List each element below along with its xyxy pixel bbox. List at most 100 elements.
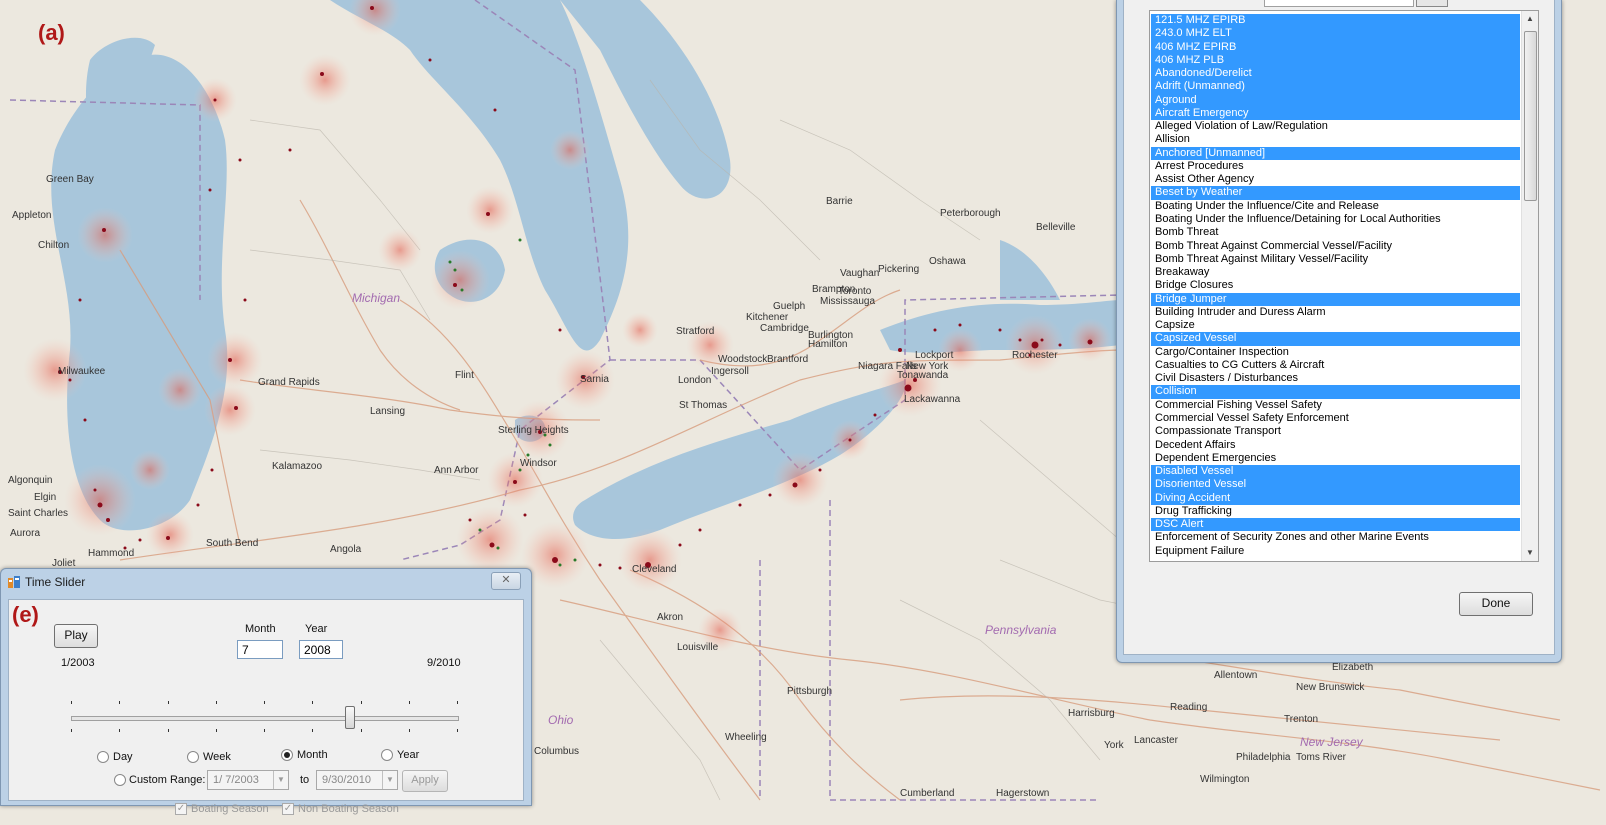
range-end-label: 9/2010 [427,657,461,669]
incident-type-item[interactable]: Breakaway [1151,266,1520,279]
incident-type-item[interactable]: Bridge Jumper [1151,292,1520,306]
incident-type-item[interactable]: 406 MHZ EPIRB [1151,40,1520,54]
incident-type-item[interactable]: Diving Accident [1151,491,1520,505]
time-slider-track[interactable] [71,716,459,721]
play-button[interactable]: Play [54,624,98,648]
incident-type-item[interactable]: Alleged Violation of Law/Regulation [1151,120,1520,133]
incident-type-item[interactable]: Bomb Threat Against Military Vessel/Faci… [1151,253,1520,266]
incident-type-item[interactable]: Disabled Vessel [1151,465,1520,479]
radio-month[interactable] [281,749,293,761]
non-boating-season-checkbox[interactable]: ✓ [282,803,294,815]
incident-type-item[interactable]: Beset by Weather [1151,186,1520,200]
boating-season-checkbox[interactable]: ✓ [175,803,187,815]
incident-type-item[interactable]: Disoriented Vessel [1151,478,1520,492]
city-label: Hammond [88,548,134,559]
incident-type-item[interactable]: Adrift (Unmanned) [1151,80,1520,94]
incident-type-item[interactable]: Building Intruder and Duress Alarm [1151,306,1520,319]
month-field[interactable]: 7 [237,640,283,659]
slider-tick [457,729,458,732]
incident-type-item[interactable]: Decedent Affairs [1151,439,1520,452]
slider-tick [312,701,314,704]
city-label: Wheeling [725,732,767,743]
custom-to-date[interactable]: 9/30/2010 ▼ [316,770,398,790]
incident-type-item[interactable]: Bridge Closures [1151,279,1520,292]
incident-type-item[interactable]: Commercial Fishing Vessel Safety [1151,399,1520,412]
incident-type-item[interactable]: Anchored [Unmanned] [1151,146,1520,160]
city-label: Elgin [34,492,56,503]
slider-tick [167,701,169,704]
city-label: Kitchener [746,312,789,323]
incident-type-item[interactable]: Equipment Failure [1151,545,1520,558]
incident-type-item[interactable]: Boating Under the Influence/Cite and Rel… [1151,200,1520,213]
radio-custom-range[interactable] [114,774,126,786]
dropdown-arrow-icon[interactable]: ▼ [382,771,397,789]
city-label: Pittsburgh [787,686,832,697]
radio-week[interactable] [187,751,199,763]
incident-type-item[interactable]: 406 MHZ PLB [1151,53,1520,68]
incident-type-item[interactable]: Assist Other Agency [1151,173,1520,186]
non-boating-season-label: Non Boating Season [298,803,399,815]
time-slider-titlebar[interactable]: Time Slider ✕ [1,569,531,595]
incident-type-item[interactable]: Allision [1151,133,1520,146]
dropdown-arrow-icon[interactable]: ▼ [273,771,288,789]
city-label: Woodstock [718,354,768,365]
incident-type-item[interactable]: Aircraft Emergency [1151,106,1520,121]
incident-type-item[interactable]: Capsized Vessel [1151,332,1520,346]
incident-type-item[interactable]: DSC Alert [1151,518,1520,532]
city-label: Grand Rapids [258,377,320,388]
apply-button[interactable]: Apply [402,770,448,792]
city-label: Green Bay [46,174,94,185]
city-label: Hagerstown [996,788,1049,799]
city-label: Aurora [10,528,40,539]
incident-type-item[interactable]: 121.5 MHZ EPIRB [1151,14,1520,28]
incident-type-item[interactable]: Bomb Threat [1151,226,1520,239]
incident-type-item[interactable]: Drug Trafficking [1151,505,1520,518]
radio-month-label: Month [297,749,328,761]
radio-day[interactable] [97,751,109,763]
region-label-michigan: Michigan [352,291,400,305]
scroll-thumb[interactable] [1524,31,1537,201]
incident-type-item[interactable]: Bomb Threat Against Commercial Vessel/Fa… [1151,240,1520,253]
year-field[interactable]: 2008 [299,640,343,659]
time-slider-thumb[interactable] [344,706,355,729]
scroll-down-arrow-icon[interactable]: ▼ [1522,545,1538,561]
incident-type-item[interactable]: Casualties to CG Cutters & Aircraft [1151,359,1520,372]
radio-year[interactable] [381,749,393,761]
incident-type-item[interactable]: Abandoned/Derelict [1151,67,1520,81]
incident-type-item[interactable]: Arrest Procedures [1151,160,1520,173]
type-filter-button[interactable] [1416,0,1448,7]
incident-type-item[interactable]: 243.0 MHZ ELT [1151,27,1520,41]
city-label: Belleville [1036,222,1076,233]
incident-type-item[interactable]: Capsize [1151,319,1520,332]
incident-type-item[interactable]: Compassionate Transport [1151,425,1520,438]
incident-type-item[interactable]: Collision [1151,385,1520,399]
city-label: Guelph [773,301,805,312]
incident-type-list[interactable]: 121.5 MHZ EPIRB 243.0 MHZ ELT 406 MHZ EPIR… [1149,10,1539,562]
incident-type-item[interactable]: Enforcement of Security Zones and other … [1151,531,1520,544]
custom-from-date[interactable]: 1/ 7/2003 ▼ [207,770,289,790]
panel-label-a: (a) [38,20,65,45]
incident-type-body: 121.5 MHZ EPIRB 243.0 MHZ ELT 406 MHZ EPIR… [1123,0,1555,655]
scroll-up-arrow-icon[interactable]: ▲ [1522,11,1538,27]
custom-range-label: Custom Range: [129,774,206,786]
list-scrollbar[interactable]: ▲ ▼ [1521,11,1538,561]
city-label: Sterling Heights [498,425,569,436]
slider-tick [312,729,314,732]
city-label: Elizabeth [1332,662,1373,673]
slider-tick [360,729,362,732]
type-filter-input[interactable] [1264,0,1414,7]
done-button[interactable]: Done [1459,592,1533,616]
incident-type-item[interactable]: Dependent Emergencies [1151,452,1520,465]
incident-type-items: 121.5 MHZ EPIRB 243.0 MHZ ELT 406 MHZ EPIR… [1151,14,1520,558]
incident-type-item[interactable]: Boating Under the Influence/Detaining fo… [1151,213,1520,226]
city-label: Pickering [878,264,919,275]
incident-type-item[interactable]: Commercial Vessel Safety Enforcement [1151,412,1520,425]
app-icon [8,576,20,588]
city-label: Brantford [767,354,808,365]
city-label: London [678,375,711,386]
city-label: Vaughan [840,268,879,279]
incident-type-item[interactable]: Cargo/Container Inspection [1151,346,1520,359]
close-button[interactable]: ✕ [491,572,521,590]
incident-type-item[interactable]: Aground [1151,93,1520,107]
incident-type-item[interactable]: Civil Disasters / Disturbances [1151,372,1520,385]
